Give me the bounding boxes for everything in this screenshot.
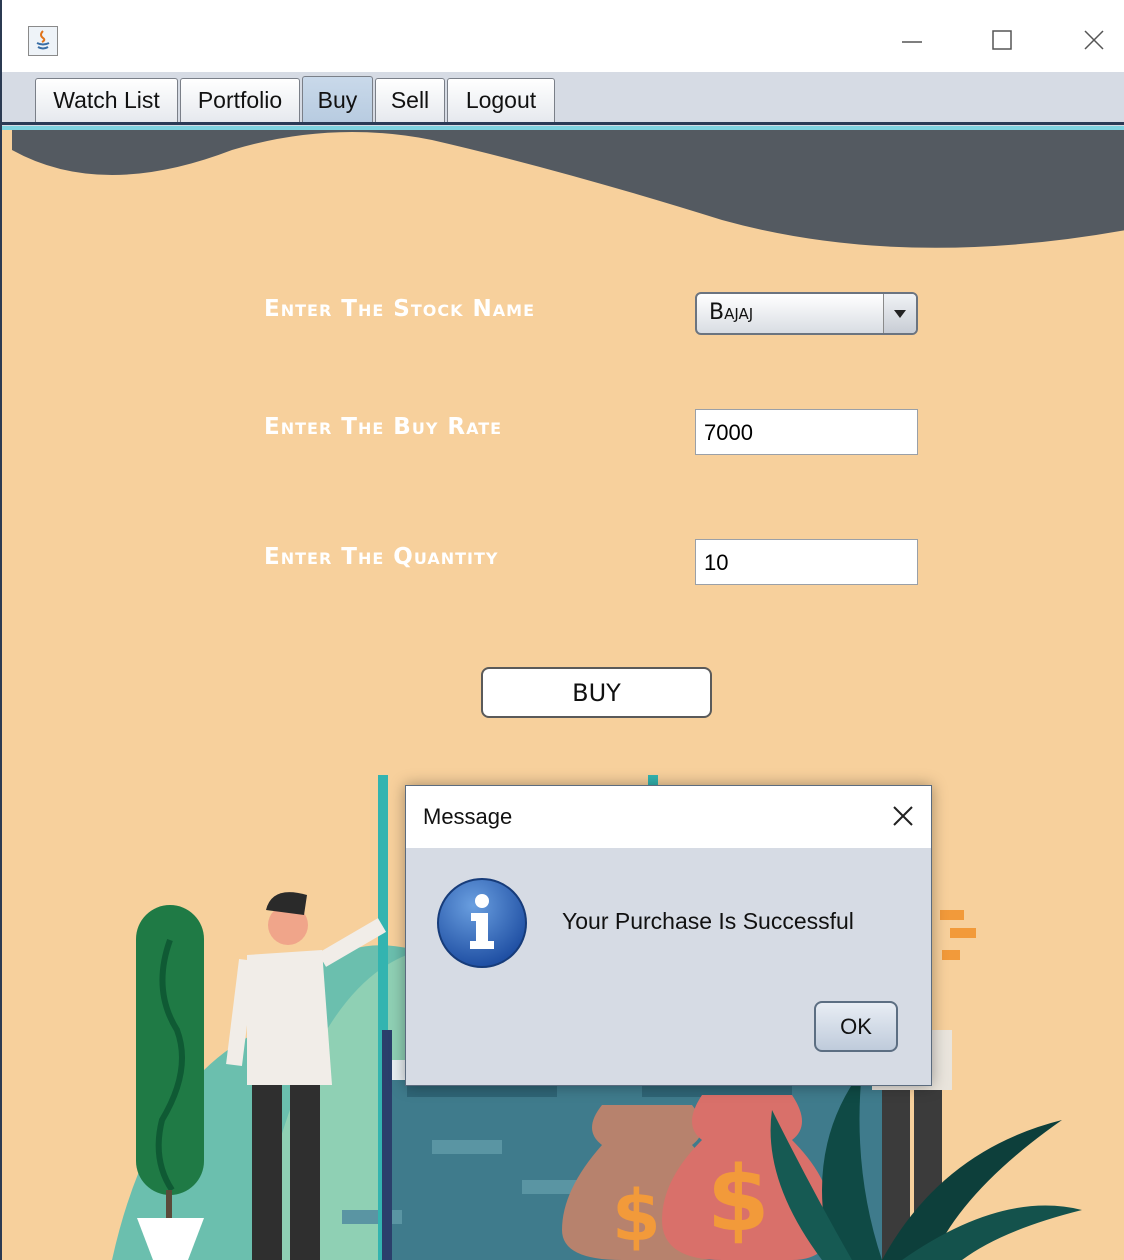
tab-divider [2, 122, 1124, 125]
minimize-button[interactable] [892, 20, 932, 60]
buy-button[interactable]: BUY [481, 667, 712, 718]
stock-name-selected: Bajaj [709, 300, 754, 325]
svg-text:$: $ [612, 1175, 661, 1257]
title-bar [2, 0, 1124, 72]
maximize-button[interactable] [982, 20, 1022, 60]
dialog-close-button[interactable] [885, 798, 921, 834]
tab-strip: Watch List Portfolio Buy Sell Logout [2, 72, 1124, 128]
tab-logout[interactable]: Logout [447, 78, 555, 122]
close-window-button[interactable] [1074, 20, 1114, 60]
stock-name-label: Enter The Stock Name [264, 296, 536, 322]
dialog-title-bar: Message [406, 786, 931, 848]
ok-button[interactable]: OK [814, 1001, 898, 1052]
tab-portfolio[interactable]: Portfolio [180, 78, 300, 122]
tab-buy[interactable]: Buy [302, 76, 373, 124]
buy-rate-input[interactable]: 7000 [695, 409, 918, 455]
dropdown-arrow-icon[interactable] [883, 294, 916, 333]
app-window: Watch List Portfolio Buy Sell Logout $ $… [0, 0, 1124, 1260]
buy-rate-label: Enter The Buy Rate [264, 414, 503, 440]
stock-name-dropdown[interactable]: Bajaj [695, 292, 918, 335]
quantity-label: Enter The Quantity [264, 544, 499, 570]
dialog-message: Your Purchase Is Successful [562, 908, 854, 934]
svg-text:$: $ [707, 1147, 770, 1252]
tab-watch-list[interactable]: Watch List [35, 78, 178, 122]
tab-sell[interactable]: Sell [375, 78, 445, 122]
quantity-input[interactable]: 10 [695, 539, 918, 585]
message-dialog: Message Your Purchase Is Successful OK [405, 785, 932, 1086]
dialog-title: Message [423, 804, 513, 829]
info-icon [437, 878, 527, 968]
java-app-icon [28, 26, 58, 56]
